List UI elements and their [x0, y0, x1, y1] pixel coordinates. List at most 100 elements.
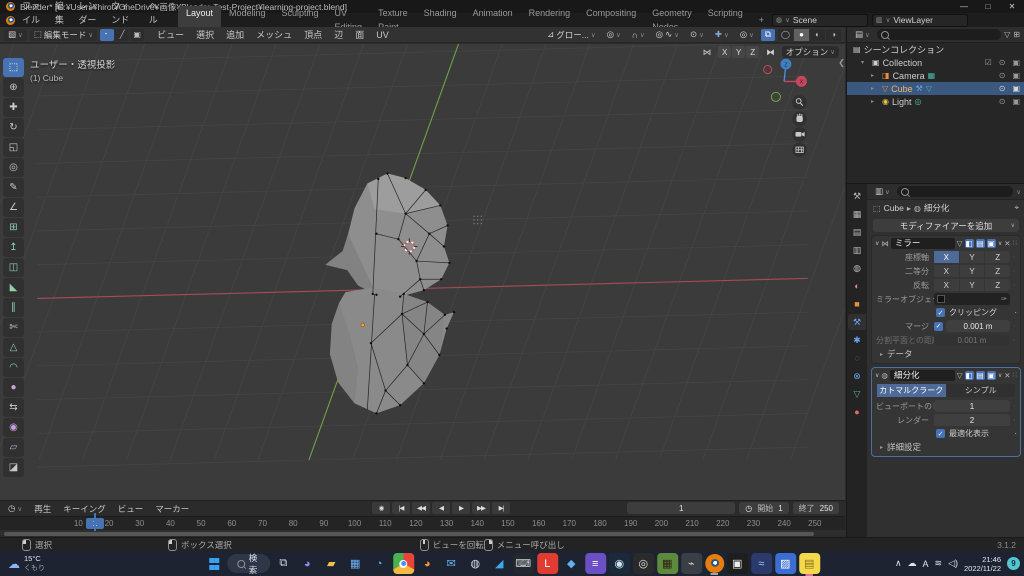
premiere[interactable]: ≈	[751, 553, 772, 574]
properties-search-input[interactable]	[897, 186, 1013, 197]
mirror-axis-button[interactable]: X	[718, 46, 731, 58]
tool-add-cube[interactable]: ⊞	[3, 218, 24, 237]
add-modifier-button[interactable]: モディファイアーを追加 ∨	[873, 219, 1019, 232]
viewport-menu-item[interactable]: ビュー	[151, 28, 190, 42]
collection-row[interactable]: ▾ ▣ Collection ☑ ⊙ ▣	[847, 56, 1024, 69]
data-section-toggle[interactable]: ▸ データ	[872, 347, 1020, 361]
tray-chevron-up[interactable]: ∧	[895, 558, 902, 569]
snap-toggle[interactable]: ∩ ∨	[628, 29, 649, 41]
tool-cursor[interactable]: ⊕	[3, 78, 24, 97]
onenote[interactable]: ◍	[465, 553, 486, 574]
tool-edge-slide[interactable]: ⇆	[3, 398, 24, 417]
collapse-icon[interactable]: ∨	[875, 240, 879, 247]
viewport-menu-item[interactable]: 頂点	[298, 28, 328, 42]
chrome[interactable]	[393, 553, 414, 574]
tab-object-data[interactable]: ▽	[848, 386, 866, 402]
tab-physics[interactable]: ◌	[848, 350, 866, 366]
timeline-ruler[interactable]: 1020304050607080901001101201301401501601…	[0, 516, 845, 530]
viewlayer-selector[interactable]: ▥ ∨ ViewLayer	[872, 14, 968, 27]
light-row[interactable]: ▸ ◉ Light ◎ ⊙ ▣	[847, 95, 1024, 108]
steam[interactable]: ◉	[609, 553, 630, 574]
bisect-toggle[interactable]: X	[934, 265, 959, 277]
face-select[interactable]: ▣	[130, 29, 144, 41]
tool-spin[interactable]: ◠	[3, 358, 24, 377]
tool-bevel[interactable]: ◣	[3, 278, 24, 297]
tab-object[interactable]: ■	[848, 296, 866, 312]
mode-selector[interactable]: ⬚ 編集モード ∨	[30, 29, 97, 41]
tool-select-box[interactable]: ⬚	[3, 58, 24, 77]
vertex-group-filter-icon[interactable]: ▽	[957, 371, 963, 380]
axis-toggle[interactable]: X	[934, 251, 959, 263]
tool-smooth[interactable]: ●	[3, 378, 24, 397]
render-visibility-icon[interactable]: ▣	[1012, 58, 1020, 67]
expand-icon[interactable]: ▾	[861, 59, 869, 66]
axis-toggle[interactable]: Y	[960, 251, 985, 263]
perspective-toggle-button[interactable]	[792, 142, 807, 157]
capcut[interactable]: ▣	[727, 553, 748, 574]
frame-end-field[interactable]: 終了 250	[793, 502, 839, 514]
close-button[interactable]: ✕	[1000, 0, 1024, 13]
merge-checkbox[interactable]: ✓	[934, 322, 943, 331]
tab-view-layer[interactable]: ▥	[848, 242, 866, 258]
bisect-toggle[interactable]: Y	[960, 265, 985, 277]
tool-shear[interactable]: ▱	[3, 438, 24, 457]
next-keyframe-button[interactable]: ▶▶	[472, 502, 490, 514]
weather-widget[interactable]: ☁ 15°C くもり	[8, 554, 45, 573]
shading-solid-button[interactable]: ●	[794, 29, 809, 41]
chat[interactable]: ◕	[297, 553, 318, 574]
modifier-name-field[interactable]: ミラー	[891, 238, 955, 249]
record-button[interactable]: ◉	[372, 502, 390, 514]
photos[interactable]: ▨	[775, 553, 796, 574]
terminal[interactable]: ⌨	[513, 553, 534, 574]
show-viewport-toggle[interactable]: ▤	[976, 239, 985, 248]
shading-material-button[interactable]: ◐	[810, 29, 825, 41]
pan-hand-button[interactable]	[792, 111, 807, 126]
vertex-select[interactable]: ⠂	[100, 29, 114, 41]
viewport-menu-item[interactable]: 面	[349, 28, 370, 42]
mirror-axis-button[interactable]: Y	[732, 46, 745, 58]
viewport-menu-item[interactable]: 選択	[190, 28, 220, 42]
modifier-name-field[interactable]: 細分化	[890, 370, 955, 381]
show-render-toggle[interactable]: ▣	[987, 239, 996, 248]
scene-collection-row[interactable]: ▤ シーンコレクション	[847, 43, 1024, 56]
breadcrumb-modifier[interactable]: 細分化	[924, 202, 950, 214]
tab-tool[interactable]: ⚒	[848, 188, 866, 204]
task-view[interactable]: ⧉	[273, 553, 294, 574]
eyedropper-icon[interactable]: ✑	[1001, 295, 1007, 303]
levels-viewport-field[interactable]: 1	[934, 400, 1010, 412]
clock-widget[interactable]: 21:46 2022/11/22	[964, 555, 1001, 573]
snap-center-icon[interactable]: ⧓	[762, 46, 779, 58]
tool-knife[interactable]: ✄	[3, 318, 24, 337]
camera-view-button[interactable]	[792, 127, 807, 142]
camera-row[interactable]: ▸ ◨ Camera ▦ ⊙ ▣	[847, 69, 1024, 82]
viewport-menu-item[interactable]: 辺	[328, 28, 349, 42]
collapse-icon[interactable]: ▸	[871, 98, 879, 105]
overlays-dropdown[interactable]: ◎ ∨	[736, 29, 758, 41]
drag-handle-icon[interactable]: ∷	[1013, 239, 1017, 247]
render-visibility-icon[interactable]: ▣	[1012, 71, 1020, 80]
play-reverse-button[interactable]: ◀	[432, 502, 450, 514]
tab-material[interactable]: ●	[848, 404, 866, 420]
purple-app[interactable]: ≡	[585, 553, 606, 574]
merge-threshold-field[interactable]: 0.001 m	[946, 320, 1010, 332]
frame-start-field[interactable]: ◷ 開始 1	[739, 502, 788, 514]
tool-poly-build[interactable]: △	[3, 338, 24, 357]
add-workspace-button[interactable]: +	[751, 13, 772, 27]
tool-inset-faces[interactable]: ◫	[3, 258, 24, 277]
tab-modifiers[interactable]: ⚒	[848, 314, 866, 330]
subdivision-type-button[interactable]: カトマルクラーク	[877, 384, 946, 397]
viewport-menu-item[interactable]: メッシュ	[250, 28, 298, 42]
tool-annotate[interactable]: ✎	[3, 178, 24, 197]
blender-menu-icon[interactable]	[6, 16, 15, 25]
collapse-icon[interactable]: ∨	[875, 372, 879, 379]
levels-render-field[interactable]: 2	[934, 414, 1010, 426]
wifi[interactable]: ≋	[935, 558, 943, 569]
tool-extrude[interactable]: ↥	[3, 238, 24, 257]
navigation-gizmo[interactable]: Z X	[764, 59, 807, 102]
timeline-menu-item[interactable]: マーカー	[149, 502, 195, 516]
proportional-edit-toggle[interactable]: ◎ ∿ ∨	[652, 29, 683, 41]
mail[interactable]: ✉	[441, 553, 462, 574]
new-collection-icon[interactable]: ⊞	[1013, 30, 1020, 39]
start-button[interactable]	[209, 558, 219, 570]
options-dropdown[interactable]: オプション ∨	[782, 46, 839, 58]
